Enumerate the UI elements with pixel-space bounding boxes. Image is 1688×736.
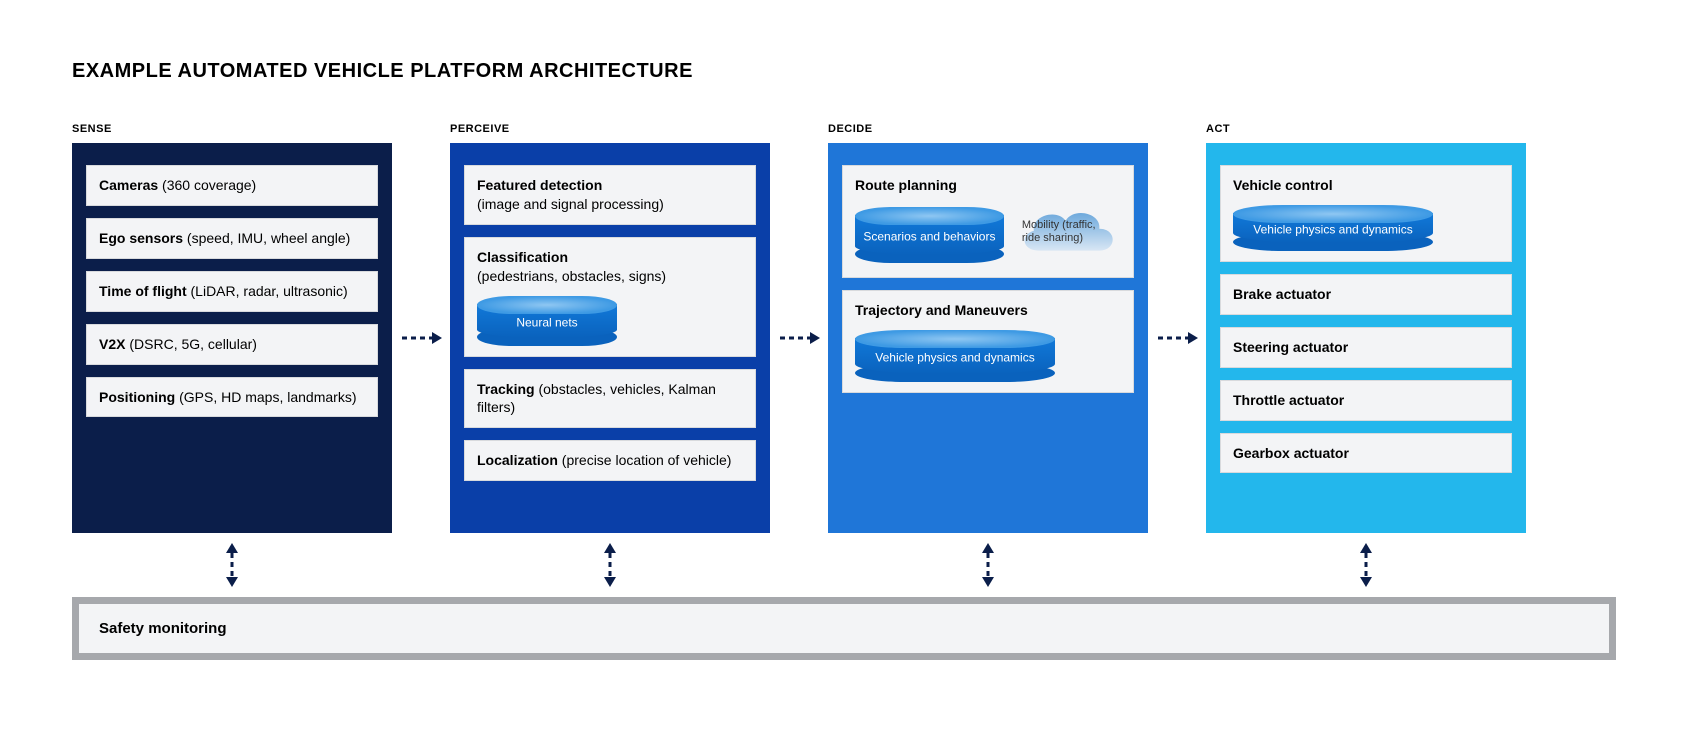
stage-label-sense: SENSE [72, 123, 392, 135]
v-arrow-sense [72, 543, 392, 587]
perceive-classification: Classification(pedestrians, obstacles, s… [464, 237, 756, 357]
cylinder-physics-act: Vehicle physics and dynamics [1233, 205, 1433, 251]
cylinder-physics-decide: Vehicle physics and dynamics [855, 330, 1055, 382]
arrow-right-icon [1156, 329, 1198, 347]
v-arrow-decide [828, 543, 1148, 587]
sense-item-ego: Ego sensors (speed, IMU, wheel angle) [86, 218, 378, 259]
decide-trajectory: Trajectory and Maneuvers Vehicle physics… [842, 290, 1134, 393]
act-item-throttle: Throttle actuator [1220, 380, 1512, 421]
page-title: EXAMPLE AUTOMATED VEHICLE PLATFORM ARCHI… [72, 60, 1616, 83]
arrow-decide-act [1148, 143, 1206, 533]
perceive-tracking: Tracking (obstacles, vehicles, Kalman fi… [464, 369, 756, 429]
stage-label-decide: DECIDE [828, 123, 1148, 135]
perceive-localization: Localization (precise location of vehicl… [464, 440, 756, 481]
arrow-sense-perceive [392, 143, 450, 533]
stage-sense: Cameras (360 coverage) Ego sensors (spee… [72, 143, 392, 533]
cylinder-neural-nets: Neural nets [477, 296, 617, 346]
stages-row: Cameras (360 coverage) Ego sensors (spee… [72, 143, 1616, 533]
sense-item-v2x: V2X (DSRC, 5G, cellular) [86, 324, 378, 365]
v-arrow-act [1206, 543, 1526, 587]
cloud-mobility-text: Mobility (traffic, ride sharing) [1022, 219, 1113, 244]
arrow-updown-icon [1357, 543, 1375, 587]
sense-item-cameras: Cameras (360 coverage) [86, 165, 378, 206]
sense-item-tof: Time of flight (LiDAR, radar, ultrasonic… [86, 271, 378, 312]
v-arrow-perceive [450, 543, 770, 587]
arrow-perceive-decide [770, 143, 828, 533]
arrow-right-icon [778, 329, 820, 347]
arrow-updown-icon [601, 543, 619, 587]
stage-perceive: Featured detection(image and signal proc… [450, 143, 770, 533]
sense-item-positioning: Positioning (GPS, HD maps, landmarks) [86, 377, 378, 418]
stage-decide: Route planning Scenarios and behaviors M… [828, 143, 1148, 533]
act-item-brake: Brake actuator [1220, 274, 1512, 315]
vertical-arrows-row [72, 543, 1616, 587]
stage-label-perceive: PERCEIVE [450, 123, 770, 135]
stage-label-act: ACT [1206, 123, 1526, 135]
arrow-updown-icon [979, 543, 997, 587]
decide-route: Route planning Scenarios and behaviors M… [842, 165, 1134, 278]
act-item-gearbox: Gearbox actuator [1220, 433, 1512, 474]
cloud-mobility: Mobility (traffic, ride sharing) [1014, 201, 1121, 267]
act-control: Vehicle control Vehicle physics and dyna… [1220, 165, 1512, 262]
act-item-steering: Steering actuator [1220, 327, 1512, 368]
safety-monitoring-bar: Safety monitoring [72, 597, 1616, 660]
arrow-right-icon [400, 329, 442, 347]
cylinder-scenarios: Scenarios and behaviors [855, 207, 1004, 263]
perceive-featured: Featured detection(image and signal proc… [464, 165, 756, 225]
stage-labels-row: SENSE PERCEIVE DECIDE ACT [72, 123, 1616, 135]
stage-act: Vehicle control Vehicle physics and dyna… [1206, 143, 1526, 533]
arrow-updown-icon [223, 543, 241, 587]
